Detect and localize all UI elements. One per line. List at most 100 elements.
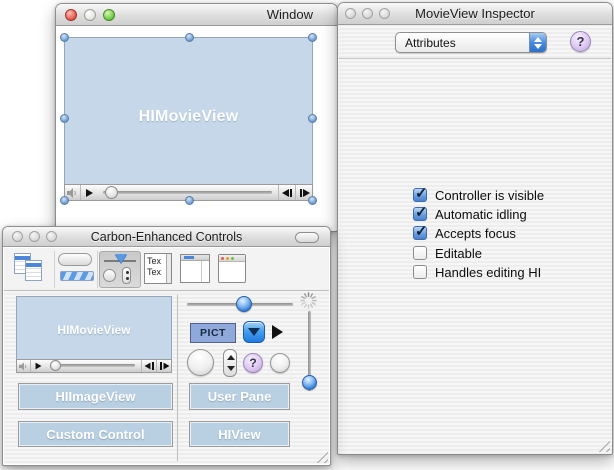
checkbox-controller-visible[interactable]: Controller is visible (413, 187, 544, 203)
minimize-button[interactable] (84, 9, 96, 21)
checkbox-label: Accepts focus (435, 226, 516, 241)
window-title: Window (267, 7, 313, 22)
inspector-help-button[interactable]: ? (570, 31, 591, 52)
inspector-minimize-button[interactable] (362, 8, 373, 19)
selection-handle-tl[interactable] (60, 33, 69, 42)
selection-handle-bl[interactable] (60, 196, 69, 205)
popup-arrows-icon (529, 33, 546, 52)
checkbox-icon[interactable] (413, 226, 427, 240)
inspector-close-button[interactable] (345, 8, 356, 19)
horizontal-slider-thumb[interactable] (236, 296, 252, 312)
window-icon[interactable] (218, 251, 248, 288)
play-button[interactable] (31, 360, 45, 372)
step-forward-bar (160, 362, 162, 370)
selection-handle-tm[interactable] (185, 33, 194, 42)
step-back-button[interactable] (278, 185, 295, 200)
attributes-popup-label: Attributes (396, 36, 529, 50)
round-bevel-button-small[interactable] (270, 353, 290, 373)
step-back-icon (144, 363, 150, 370)
movie-scrubber[interactable] (45, 360, 141, 372)
data-browser-icon[interactable] (180, 251, 212, 288)
step-forward-button[interactable] (156, 360, 171, 372)
user-pane-item[interactable]: User Pane (189, 383, 290, 410)
palette-window: Carbon-Enhanced Controls Tex Tex (2, 226, 331, 466)
checkbox-label: Controller is visible (435, 188, 544, 203)
progress-spinner-icon (299, 291, 318, 310)
custom-control-label: Custom Control (46, 427, 144, 442)
selection-handle-bm[interactable] (185, 196, 194, 205)
checkbox-automatic-idling[interactable]: Automatic idling (413, 206, 527, 222)
inspector-body: Controller is visible Automatic idling A… (339, 59, 611, 453)
resize-grip[interactable] (597, 439, 610, 452)
checkbox-icon[interactable] (413, 265, 427, 279)
inspector-titlebar[interactable]: MovieView Inspector (338, 3, 612, 25)
zoom-button[interactable] (103, 9, 115, 21)
inspector-window: MovieView Inspector Attributes ? Control… (337, 2, 613, 455)
checkbox-icon[interactable] (413, 246, 427, 260)
play-button[interactable] (81, 185, 97, 200)
step-back-bar (290, 189, 292, 197)
popup-arrow-button[interactable] (243, 321, 265, 343)
checkbox-icon[interactable] (413, 188, 427, 202)
palette-close-button[interactable] (12, 231, 23, 242)
selection-handle-mr[interactable] (308, 114, 317, 123)
speaker-icon (67, 188, 78, 198)
checkbox-handles-editing[interactable]: Handles editing HI (413, 264, 541, 280)
little-arrows-stepper[interactable] (223, 349, 237, 377)
palette-titlebar[interactable]: Carbon-Enhanced Controls (3, 227, 330, 247)
user-pane-label: User Pane (208, 389, 272, 404)
palette-movie-controller (16, 359, 172, 373)
scrubber-track (103, 191, 272, 194)
close-button[interactable] (65, 9, 77, 21)
help-icon: ? (577, 34, 585, 49)
attributes-popup[interactable]: Attributes (395, 32, 547, 53)
himovieview[interactable]: HIMovieView (64, 37, 313, 201)
speaker-icon (19, 362, 28, 371)
scrubber-thumb[interactable] (50, 360, 61, 371)
scrubber-thumb[interactable] (105, 186, 118, 199)
play-icon (35, 363, 41, 370)
toolbar-toggle-button[interactable] (295, 232, 319, 243)
down-arrow-icon (248, 328, 260, 336)
hiview-item[interactable]: HIView (189, 421, 290, 447)
selection-handle-tr[interactable] (308, 33, 317, 42)
step-forward-bar (300, 189, 302, 197)
step-forward-icon (303, 189, 310, 197)
down-arrow-icon (227, 366, 235, 371)
palette-himovieview[interactable]: HIMovieView (16, 296, 172, 373)
help-icon: ? (249, 356, 256, 370)
hiimageview-item[interactable]: HIImageView (18, 383, 173, 410)
volume-button[interactable] (17, 360, 31, 372)
palette-toolbar: Tex Tex (4, 248, 329, 291)
round-bevel-button-large[interactable] (187, 349, 214, 376)
checkbox-accepts-focus[interactable]: Accepts focus (413, 225, 516, 241)
palette-resize-grip[interactable] (315, 450, 328, 463)
palette-zoom-button[interactable] (46, 231, 57, 242)
disclosure-triangle[interactable] (272, 325, 283, 339)
up-arrow-icon (227, 355, 235, 360)
text-controls-icon[interactable]: Tex Tex (144, 251, 174, 288)
palette-minimize-button[interactable] (29, 231, 40, 242)
step-back-bar (152, 362, 154, 370)
palette-help-button[interactable]: ? (243, 353, 263, 373)
scrubber-track (51, 364, 135, 367)
checkbox-label: Automatic idling (435, 207, 527, 222)
checkbox-editable[interactable]: Editable (413, 245, 482, 261)
play-icon (86, 189, 93, 197)
checkbox-icon[interactable] (413, 207, 427, 221)
inspector-zoom-button[interactable] (379, 8, 390, 19)
window-main-titlebar[interactable]: Window (56, 4, 337, 26)
custom-control-item[interactable]: Custom Control (18, 421, 173, 447)
list-views-icon[interactable] (12, 251, 52, 288)
hiimageview-label: HIImageView (56, 389, 136, 404)
step-back-icon (282, 189, 289, 197)
selection-handle-br[interactable] (308, 196, 317, 205)
vertical-slider-thumb[interactable] (302, 375, 317, 390)
step-back-button[interactable] (141, 360, 156, 372)
checkbox-label: Handles editing HI (435, 265, 541, 280)
button-progress-icon[interactable] (58, 251, 98, 288)
selection-handle-ml[interactable] (60, 114, 69, 123)
pict-button[interactable]: PICT (190, 323, 236, 343)
palette-himovieview-label: HIMovieView (17, 323, 171, 337)
slider-controls-icon[interactable] (99, 251, 141, 288)
